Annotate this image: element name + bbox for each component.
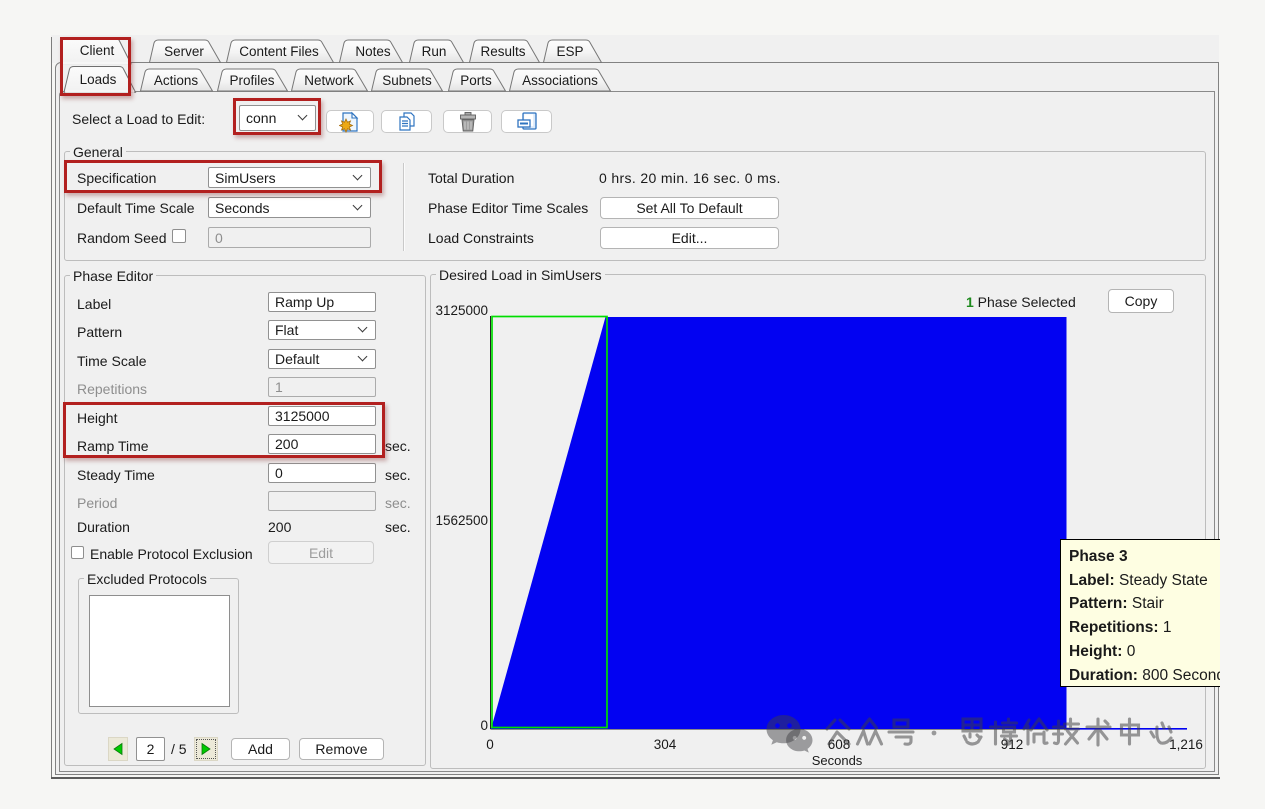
- svg-text:Subnets: Subnets: [382, 73, 432, 88]
- svg-text:Results: Results: [480, 44, 525, 59]
- svg-text:Run: Run: [422, 44, 447, 59]
- svg-text:Network: Network: [304, 73, 354, 88]
- svg-text:Actions: Actions: [154, 73, 199, 88]
- svg-text:Associations: Associations: [522, 73, 598, 88]
- svg-text:Notes: Notes: [355, 44, 391, 59]
- svg-text:Ports: Ports: [460, 73, 492, 88]
- svg-text:ESP: ESP: [556, 44, 583, 59]
- svg-text:Content Files: Content Files: [239, 44, 319, 59]
- svg-text:Server: Server: [164, 44, 204, 59]
- svg-text:Profiles: Profiles: [229, 73, 274, 88]
